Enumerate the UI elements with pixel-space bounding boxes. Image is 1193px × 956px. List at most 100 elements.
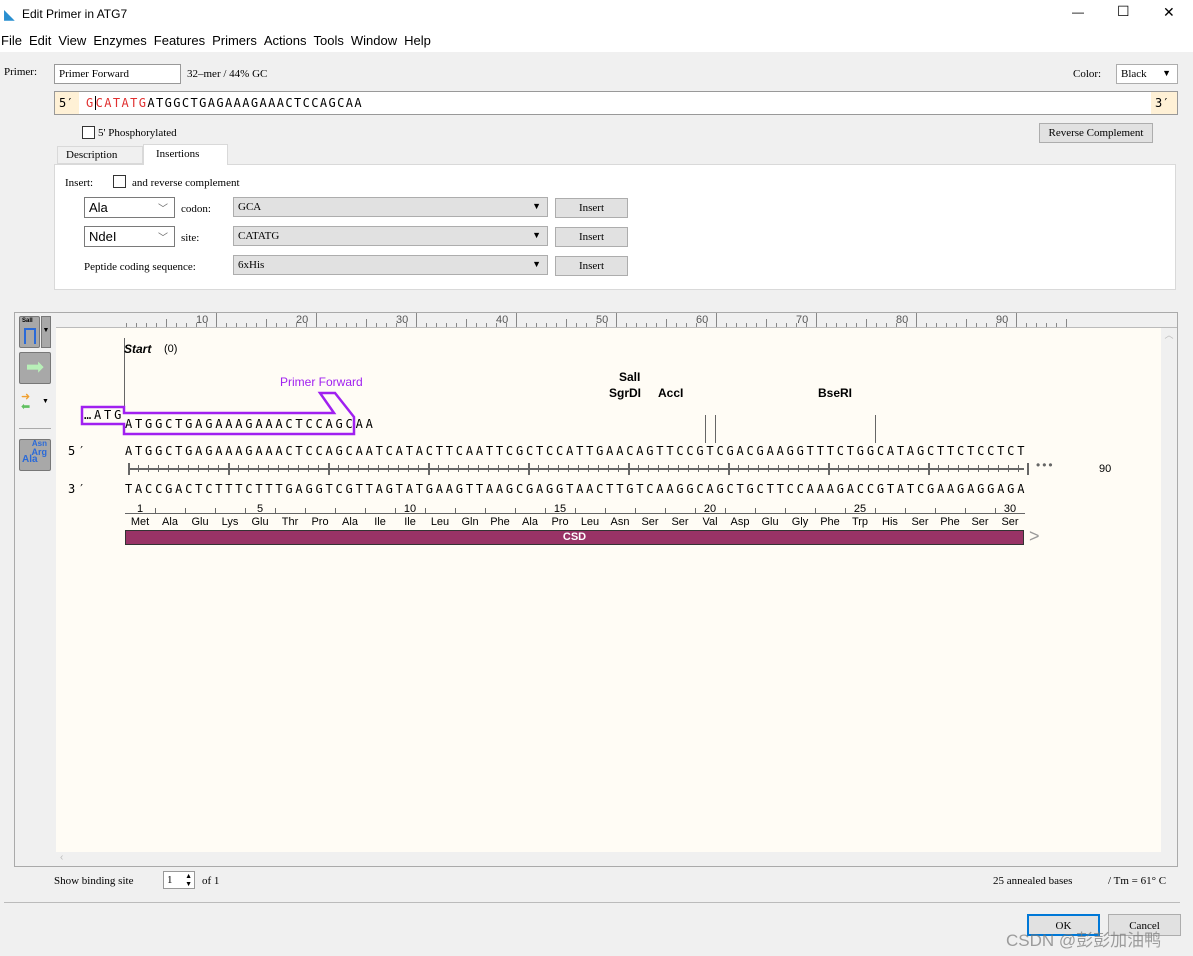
binding-site-spinner[interactable]: 1 ▲ ▼ [163,871,195,889]
feature-csd[interactable]: CSD [125,530,1024,545]
watermark: CSDN @彭彭加油鸭 [1006,931,1162,950]
sequence-tick [698,465,699,472]
primers-toggle-icon[interactable]: ➜ ⬅ [21,392,30,413]
tab-insertions[interactable]: Insertions [143,144,228,165]
sequence-tick [348,465,349,472]
ruler-tick [686,323,687,327]
amino-acid: Ser [911,516,929,528]
enzyme-icon-label: SalI [22,318,33,324]
sequence-tick [218,465,219,472]
enzyme-label-bseri[interactable]: BseRI [818,386,852,400]
sequence-tick [848,465,849,472]
ruler-tick [876,323,877,327]
amino-acid-value: Ala [89,200,108,215]
sequence-tick [838,465,839,472]
binding-site-value: 1 [167,874,173,886]
spinner-arrows-icon[interactable]: ▲ ▼ [185,872,192,888]
maximize-button[interactable]: ☐ [1117,3,1130,20]
sequence-tick [748,465,749,472]
sequence-tick [418,465,419,472]
ruler-label: 20 [296,314,309,326]
sequence-tick [138,465,139,472]
sequence-tick [508,465,509,472]
sequence-ruler-line [128,468,1024,470]
enzyme-dropdown-button[interactable]: ▼ [41,316,51,348]
sequence-tick [878,465,879,472]
codon-tick [965,508,966,513]
primer-sequence-field[interactable]: 5′ GCATATGATGGCTGAGAAAGAAACTCCAGCAA 3′ [54,91,1178,115]
menu-help[interactable]: Help [404,30,431,48]
site-select[interactable]: CATATG ▼ [233,226,548,246]
sequence-map[interactable]: Start (0) Primer Forward …ATG ATGGCTGAGA… [56,328,1161,852]
seq-insert-site: CATATG [94,96,148,110]
sequence-tick [638,465,639,472]
ruler-tick [336,323,337,327]
amino-acid: Ser [971,516,989,528]
codon-tick [635,508,636,513]
cut-site-line [875,415,876,443]
insert-peptide-button[interactable]: Insert [555,256,628,276]
insert-site-button[interactable]: Insert [555,227,628,247]
color-select[interactable]: Black ▼ [1116,64,1178,84]
sequence-tick [658,465,659,472]
codon-number: 5 [256,503,264,515]
minimize-button[interactable]: — [1072,5,1084,19]
menu-edit[interactable]: Edit [29,30,51,48]
codon-tick [275,508,276,513]
sequence-tick [318,465,319,472]
translation-toggle-button[interactable]: Asn Arg Ala [19,439,51,471]
codon-tick [365,508,366,513]
menu-actions[interactable]: Actions [264,30,307,48]
codon-select[interactable]: GCA ▼ [233,197,548,217]
peptide-value: 6xHis [238,259,265,271]
insert-codon-button[interactable]: Insert [555,198,628,218]
enzyme-select[interactable]: NdeI ﹀ [84,226,175,247]
codon-tick [935,508,936,513]
amino-acid: Trp [851,516,869,528]
sequence-tick [948,465,949,472]
codon-tick [725,508,726,513]
tab-description[interactable]: Description [57,146,143,164]
ruler-tick [166,319,167,327]
ruler-tick [356,323,357,327]
amino-acid: Glu [251,516,269,528]
sequence-tick [928,463,930,475]
codon-tick [485,508,486,513]
enzyme-label-acci[interactable]: AccI [658,386,683,400]
horizontal-scrollbar[interactable]: ‹ [56,852,1161,866]
show-features-arrow-icon[interactable]: ➡ [19,352,51,384]
enzyme-display-button[interactable]: SalI [19,316,40,348]
menu-enzymes[interactable]: Enzymes [93,30,146,48]
chevron-down-icon: ﹀ [158,233,168,244]
ruler-tick [776,323,777,327]
reverse-complement-checkbox[interactable] [113,175,126,188]
sequence-tick [358,465,359,472]
menu-file[interactable]: File [1,30,22,48]
peptide-select[interactable]: 6xHis ▼ [233,255,548,275]
close-button[interactable]: ✕ [1163,4,1175,21]
menu-primers[interactable]: Primers [212,30,257,48]
amino-acid-select[interactable]: Ala ﹀ [84,197,175,218]
amino-acid: Ala [162,516,178,528]
ruler-tick [816,313,817,327]
ruler-tick [186,323,187,327]
primer-overhang: …ATG [84,408,125,422]
menu-window[interactable]: Window [351,30,397,48]
enzyme-label-sgrdi[interactable]: SgrDI [609,386,641,400]
cut-site-line [715,415,716,443]
amino-acid: Glu [761,516,779,528]
ruler-tick [626,323,627,327]
menu-features[interactable]: Features [154,30,205,48]
vertical-scrollbar[interactable]: ︿ [1161,328,1177,852]
menu-tools[interactable]: Tools [314,30,344,48]
dropdown-arrow-icon: ▼ [532,201,541,211]
sequence-tick [148,465,149,472]
primer-name-input[interactable]: Primer Forward [54,64,181,84]
enzyme-label-sali[interactable]: SalI [619,370,640,384]
ruler-label: 30 [396,314,409,326]
reverse-complement-button[interactable]: Reverse Complement [1039,123,1153,143]
menu-view[interactable]: View [58,30,86,48]
primers-dropdown-icon[interactable]: ▼ [42,398,49,405]
phosphorylated-checkbox[interactable] [82,126,95,139]
ruler-label: 90 [996,314,1009,326]
